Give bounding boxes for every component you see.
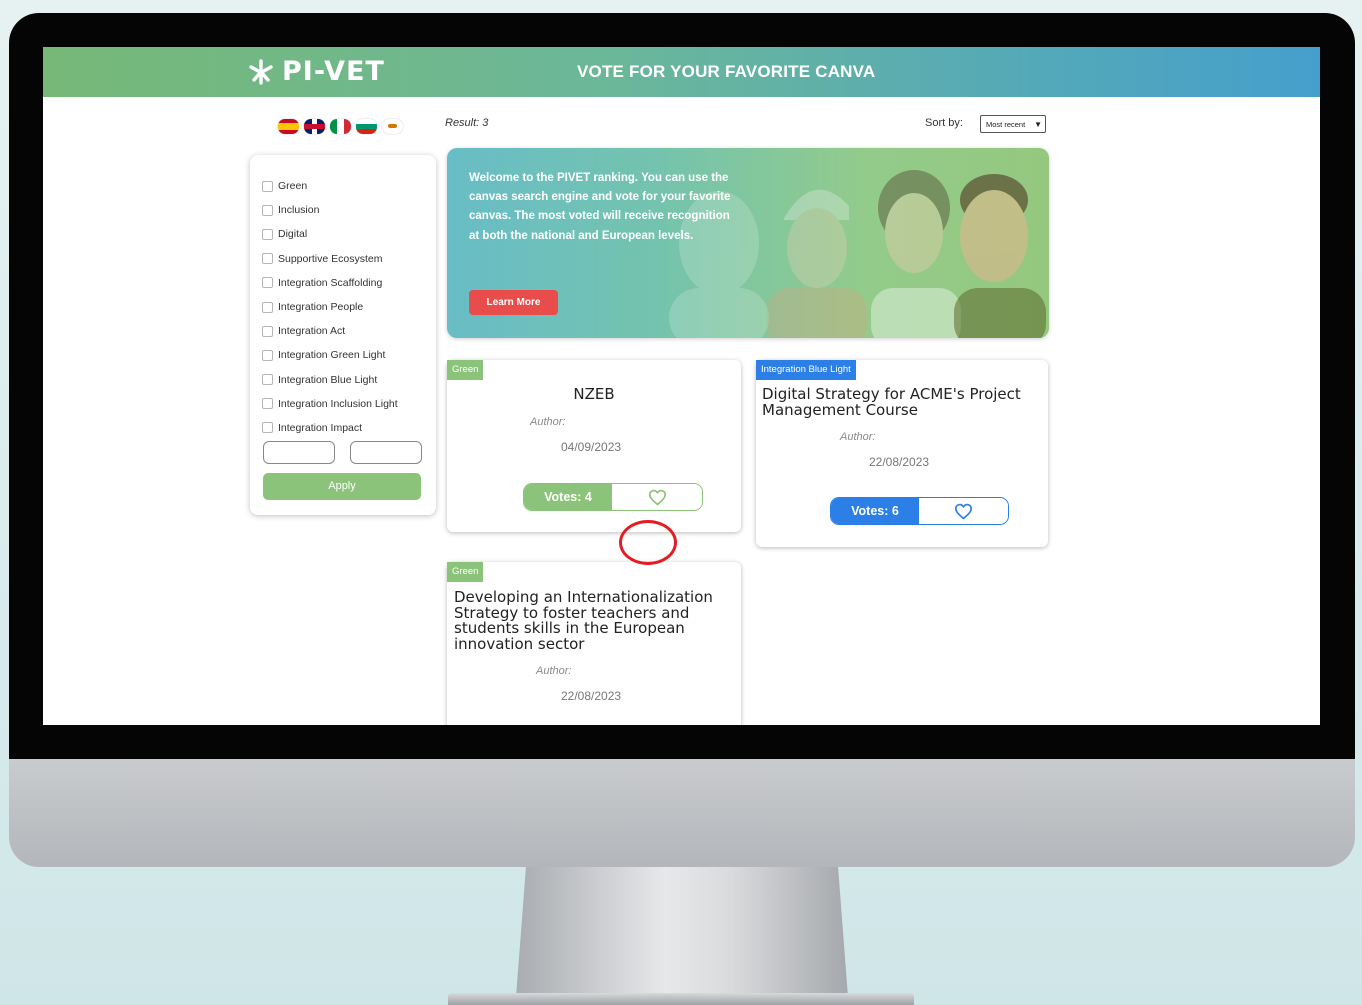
asterisk-logo-icon xyxy=(248,58,274,86)
votes-count: Votes: 6 xyxy=(831,498,919,524)
filter-label: Green xyxy=(278,180,308,193)
learn-more-button[interactable]: Learn More xyxy=(469,290,558,315)
heart-icon xyxy=(648,489,666,505)
card-title: Developing an Internationalization Strat… xyxy=(454,588,713,653)
banner-text: Welcome to the PIVET ranking. You can us… xyxy=(469,172,731,242)
card-date: 22/08/2023 xyxy=(561,689,622,703)
checkbox[interactable] xyxy=(262,374,273,386)
filter-label: Integration Inclusion Light xyxy=(278,397,398,410)
card-title: Digital Strategy for ACME's Project Mana… xyxy=(762,385,1021,419)
card-date: 22/08/2023 xyxy=(869,455,930,469)
filter-digital[interactable]: Digital xyxy=(262,222,398,246)
sort-select[interactable]: Most recent ▼ xyxy=(980,115,1046,133)
card-author: Author: xyxy=(536,665,572,677)
filter-integration-inclusion-light[interactable]: Integration Inclusion Light xyxy=(262,392,398,416)
welcome-banner: Welcome to the PIVET ranking. You can us… xyxy=(447,148,1049,338)
chevron-down-icon: ▼ xyxy=(1034,120,1042,129)
votes-count: Votes: 4 xyxy=(524,484,612,510)
category-tag: Green xyxy=(447,562,484,582)
flag-en-icon[interactable] xyxy=(304,119,325,134)
flag-es-icon[interactable] xyxy=(278,119,299,134)
vote-heart-button[interactable] xyxy=(919,498,1008,524)
filter-integration-scaffolding[interactable]: Integration Scaffolding xyxy=(262,271,398,295)
checkbox[interactable] xyxy=(262,253,273,265)
header-bar: PI-VET VOTE FOR YOUR FAVORITE CANVA xyxy=(43,47,1320,97)
filter-label: Integration Green Light xyxy=(278,349,386,362)
checkbox[interactable] xyxy=(262,349,273,361)
highlight-annotation xyxy=(619,520,677,565)
filter-panel: Green Inclusion Digital Supportive Ecosy… xyxy=(250,155,436,515)
filter-label: Integration People xyxy=(278,301,364,314)
filter-integration-people[interactable]: Integration People xyxy=(262,295,398,319)
checkbox[interactable] xyxy=(262,325,273,337)
filter-label: Integration Act xyxy=(278,325,346,338)
logo[interactable]: PI-VET xyxy=(248,56,385,87)
filter-label: Supportive Ecosystem xyxy=(278,252,383,265)
apply-button[interactable]: Apply xyxy=(263,473,421,500)
filter-list: Green Inclusion Digital Supportive Ecosy… xyxy=(262,174,398,440)
filter-label: Digital xyxy=(278,228,308,241)
canvas-card[interactable]: Green NZEB Author: 04/09/2023 Votes: 4 xyxy=(447,360,741,532)
filter-integration-green-light[interactable]: Integration Green Light xyxy=(262,343,398,367)
canvas-card[interactable]: Green Developing an Internationalization… xyxy=(447,562,741,725)
logo-text: PI-VET xyxy=(282,56,385,87)
language-selector xyxy=(278,119,403,134)
result-count: Result: 3 xyxy=(445,117,489,129)
heart-icon xyxy=(954,503,973,519)
card-title: NZEB xyxy=(573,385,615,403)
sort-value: Most recent xyxy=(986,120,1026,129)
filter-label: Integration Scaffolding xyxy=(278,276,383,289)
filter-label: Inclusion xyxy=(278,204,320,217)
monitor-stand-base xyxy=(448,993,914,1005)
checkbox[interactable] xyxy=(262,398,273,410)
filter-label: Integration Blue Light xyxy=(278,373,378,386)
screen: PI-VET VOTE FOR YOUR FAVORITE CANVA Gree… xyxy=(43,47,1320,725)
filter-label: Integration Impact xyxy=(278,421,363,434)
checkbox[interactable] xyxy=(262,277,273,289)
filter-green[interactable]: Green xyxy=(262,174,398,198)
filter-supportive-ecosystem[interactable]: Supportive Ecosystem xyxy=(262,247,398,271)
checkbox[interactable] xyxy=(262,204,273,216)
filter-integration-act[interactable]: Integration Act xyxy=(262,319,398,343)
flag-it-icon[interactable] xyxy=(330,119,351,134)
filter-integration-impact[interactable]: Integration Impact xyxy=(262,416,398,440)
sort-label: Sort by: xyxy=(925,117,963,129)
flag-cy-icon[interactable] xyxy=(382,119,403,134)
checkbox[interactable] xyxy=(262,180,273,192)
filter-inclusion[interactable]: Inclusion xyxy=(262,198,398,222)
flag-bg-icon[interactable] xyxy=(356,119,377,134)
page-title: VOTE FOR YOUR FAVORITE CANVA xyxy=(577,62,876,81)
card-author: Author: xyxy=(840,431,876,443)
vote-control: Votes: 4 xyxy=(523,483,703,511)
filter-integration-blue-light[interactable]: Integration Blue Light xyxy=(262,368,398,392)
category-tag: Green xyxy=(447,360,484,380)
date-to-input[interactable] xyxy=(350,441,422,464)
card-author: Author: xyxy=(530,416,566,428)
monitor-chin xyxy=(9,759,1355,867)
vote-control: Votes: 6 xyxy=(830,497,1009,525)
vote-heart-button[interactable] xyxy=(612,484,702,510)
category-tag: Integration Blue Light xyxy=(756,360,856,380)
checkbox[interactable] xyxy=(262,301,273,313)
canvas-card[interactable]: Integration Blue Light Digital Strategy … xyxy=(756,360,1048,547)
date-from-input[interactable] xyxy=(263,441,335,464)
card-date: 04/09/2023 xyxy=(561,440,622,454)
checkbox[interactable] xyxy=(262,228,273,240)
monitor-stand xyxy=(516,867,848,997)
checkbox[interactable] xyxy=(262,422,273,434)
